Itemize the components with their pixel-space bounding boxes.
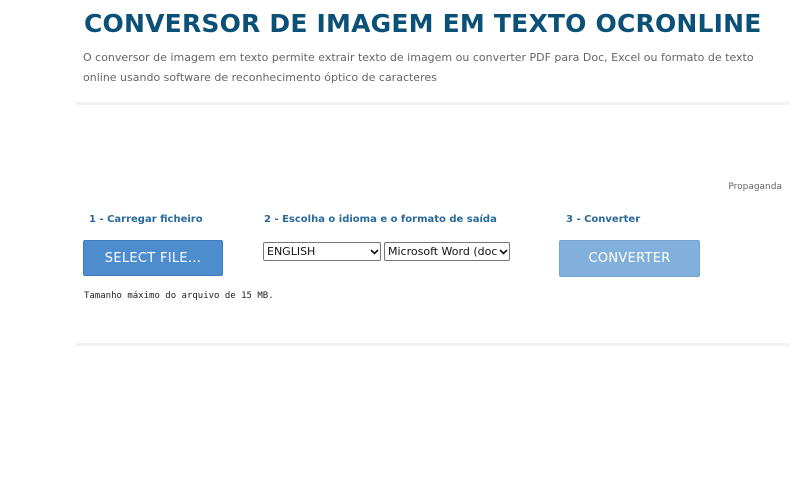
- convert-button-label: CONVERTER: [588, 251, 671, 266]
- step1-label: 1 - Carregar ficheiro: [89, 214, 203, 225]
- ocr-converter-page: CONVERSOR DE IMAGEM EM TEXTO OCRONLINE O…: [0, 0, 800, 500]
- language-select-value: ENGLISH: [267, 245, 316, 258]
- page-subtitle: O conversor de imagem em texto permite e…: [83, 51, 754, 84]
- language-select[interactable]: ENGLISH: [263, 242, 381, 261]
- page-title: CONVERSOR DE IMAGEM EM TEXTO OCRONLINE: [84, 9, 762, 38]
- bottom-divider: [76, 343, 790, 346]
- top-divider: [76, 102, 790, 105]
- chevron-down-icon: [497, 243, 509, 260]
- output-format-select[interactable]: Microsoft Word (docx): [384, 242, 510, 261]
- output-format-select-value: Microsoft Word (docx): [388, 245, 497, 258]
- select-file-button[interactable]: SELECT FILE...: [83, 240, 223, 276]
- ad-label: Propaganda: [728, 182, 782, 192]
- step2-label: 2 - Escolha o idioma e o formato de saíd…: [264, 214, 497, 225]
- chevron-down-icon: [368, 243, 380, 260]
- select-file-button-label: SELECT FILE...: [104, 250, 202, 266]
- step3-label: 3 - Converter: [566, 214, 641, 225]
- convert-button[interactable]: CONVERTER: [559, 240, 700, 277]
- max-file-size-note: Tamanho máximo do arquivo de 15 MB.: [84, 291, 274, 301]
